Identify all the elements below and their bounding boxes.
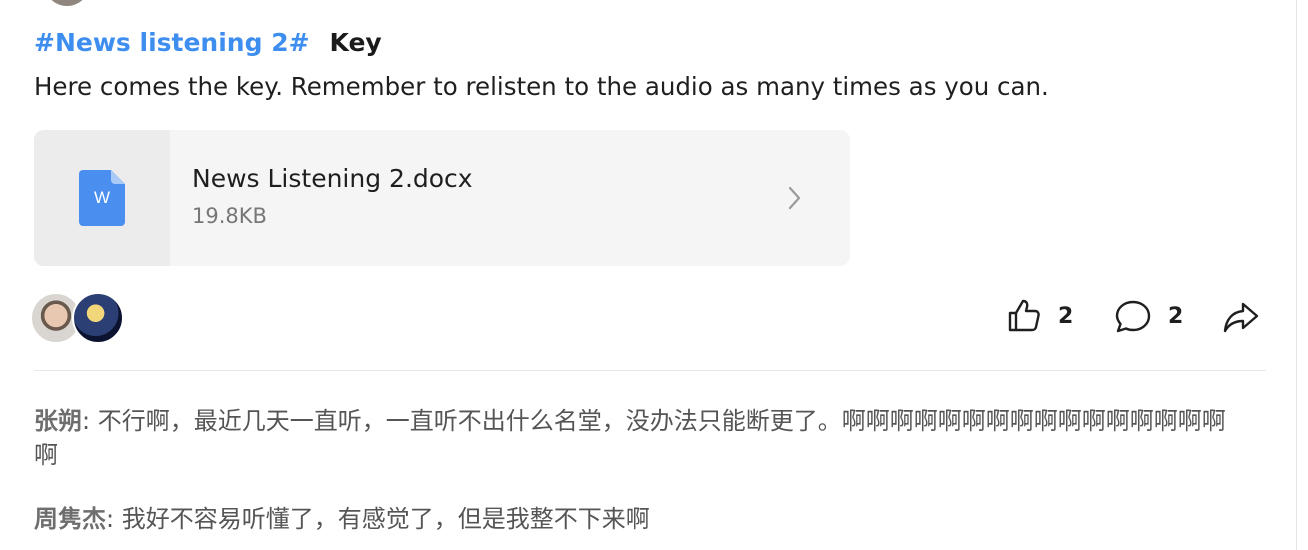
file-attachment-card[interactable]: W News Listening 2.docx 19.8KB bbox=[34, 130, 850, 266]
previous-post-avatar bbox=[44, 0, 90, 6]
panel-border bbox=[1296, 0, 1297, 550]
file-size: 19.8KB bbox=[192, 204, 267, 228]
share-icon bbox=[1223, 302, 1259, 333]
file-icon-box: W bbox=[34, 130, 170, 266]
post-title: Key bbox=[329, 27, 382, 57]
like-button[interactable]: 2 bbox=[1006, 298, 1073, 334]
comments-divider bbox=[34, 370, 1266, 371]
liker-avatar[interactable] bbox=[72, 292, 124, 344]
post-hashtag[interactable]: #News listening 2# bbox=[34, 28, 310, 57]
comment-author[interactable]: 周隽杰 bbox=[34, 505, 106, 533]
share-button[interactable] bbox=[1222, 300, 1260, 334]
like-count: 2 bbox=[1058, 303, 1074, 329]
comment-item: 张朔: 不行啊，最近几天一直听，一直听不出什么名堂，没办法只能断更了。啊啊啊啊啊… bbox=[34, 404, 1244, 472]
comment-bubble-icon bbox=[1115, 300, 1151, 333]
comment-text: 我好不容易听懂了，有感觉了，但是我整不下来啊 bbox=[121, 505, 650, 533]
thumbs-up-icon bbox=[1008, 299, 1040, 332]
comment-author[interactable]: 张朔 bbox=[34, 407, 82, 435]
comment-button[interactable]: 2 bbox=[1114, 298, 1183, 334]
comment-item: 周隽杰: 我好不容易听懂了，有感觉了，但是我整不下来啊 bbox=[34, 502, 1244, 536]
comment-count: 2 bbox=[1168, 303, 1184, 329]
comment-separator: : bbox=[106, 505, 122, 533]
chevron-right-icon bbox=[788, 186, 801, 210]
document-type-letter: W bbox=[93, 188, 111, 207]
comment-text: 不行啊，最近几天一直听，一直听不出什么名堂，没办法只能断更了。啊啊啊啊啊啊啊啊啊… bbox=[34, 407, 1226, 469]
file-name: News Listening 2.docx bbox=[192, 164, 473, 193]
comment-separator: : bbox=[82, 407, 98, 435]
post-title-row: #News listening 2# Key bbox=[34, 24, 382, 60]
post-body: Here comes the key. Remember to relisten… bbox=[34, 72, 1049, 101]
